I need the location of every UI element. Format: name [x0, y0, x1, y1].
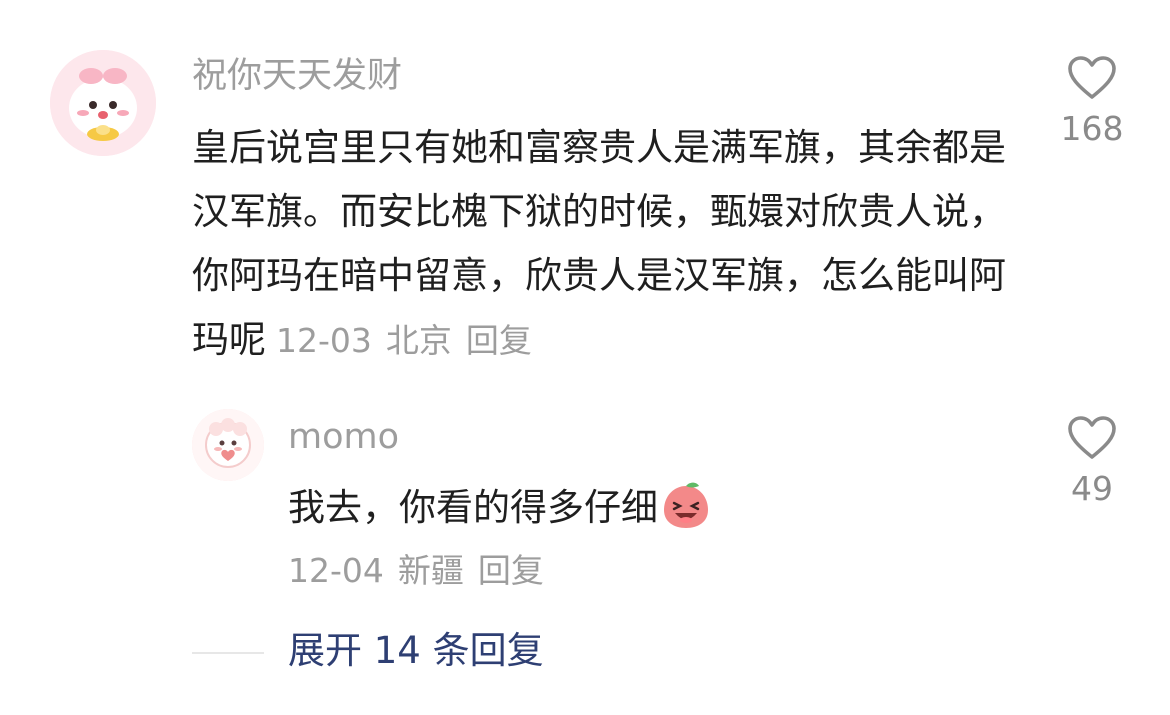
- comment-meta: 12-03 北京 回复: [276, 321, 546, 360]
- comment-like-count: 168: [1060, 109, 1124, 148]
- comment-text: 皇后说宫里只有她和富察贵人是满军旗，其余都是汉军旗。而安比槐下狱的时候，甄嬛对欣…: [192, 116, 1027, 373]
- reply-avatar[interactable]: [192, 409, 264, 481]
- comment-like-button[interactable]: 168: [1052, 55, 1132, 149]
- comment-reply-button[interactable]: 回复: [466, 321, 532, 360]
- comment-username[interactable]: 祝你天天发财: [192, 53, 402, 99]
- heart-icon: [1068, 56, 1116, 99]
- expand-replies-button[interactable]: 展开 14 条回复: [288, 624, 544, 678]
- reply-location: 新疆: [397, 551, 464, 590]
- laughing-face-emoji-icon: [660, 480, 712, 532]
- reply-date: 12-04: [288, 551, 384, 590]
- heart-icon: [1068, 416, 1116, 459]
- avatar-sheep-icon: [192, 409, 264, 481]
- reply-username[interactable]: momo: [288, 414, 399, 460]
- reply-body: 我去，你看的得多仔细: [288, 486, 658, 529]
- expand-divider: [192, 652, 264, 654]
- reply-text: 我去，你看的得多仔细: [288, 478, 712, 538]
- reply-meta: 12-04 新疆 回复: [288, 548, 558, 594]
- comment-date: 12-03: [276, 321, 372, 360]
- avatar[interactable]: [50, 50, 156, 156]
- reply-like-count: 49: [1071, 469, 1113, 508]
- reply-like-button[interactable]: 49: [1052, 415, 1132, 509]
- avatar-cartoon-icon: [50, 50, 156, 156]
- comment-location: 北京: [385, 321, 452, 360]
- reply-reply-button[interactable]: 回复: [478, 551, 544, 590]
